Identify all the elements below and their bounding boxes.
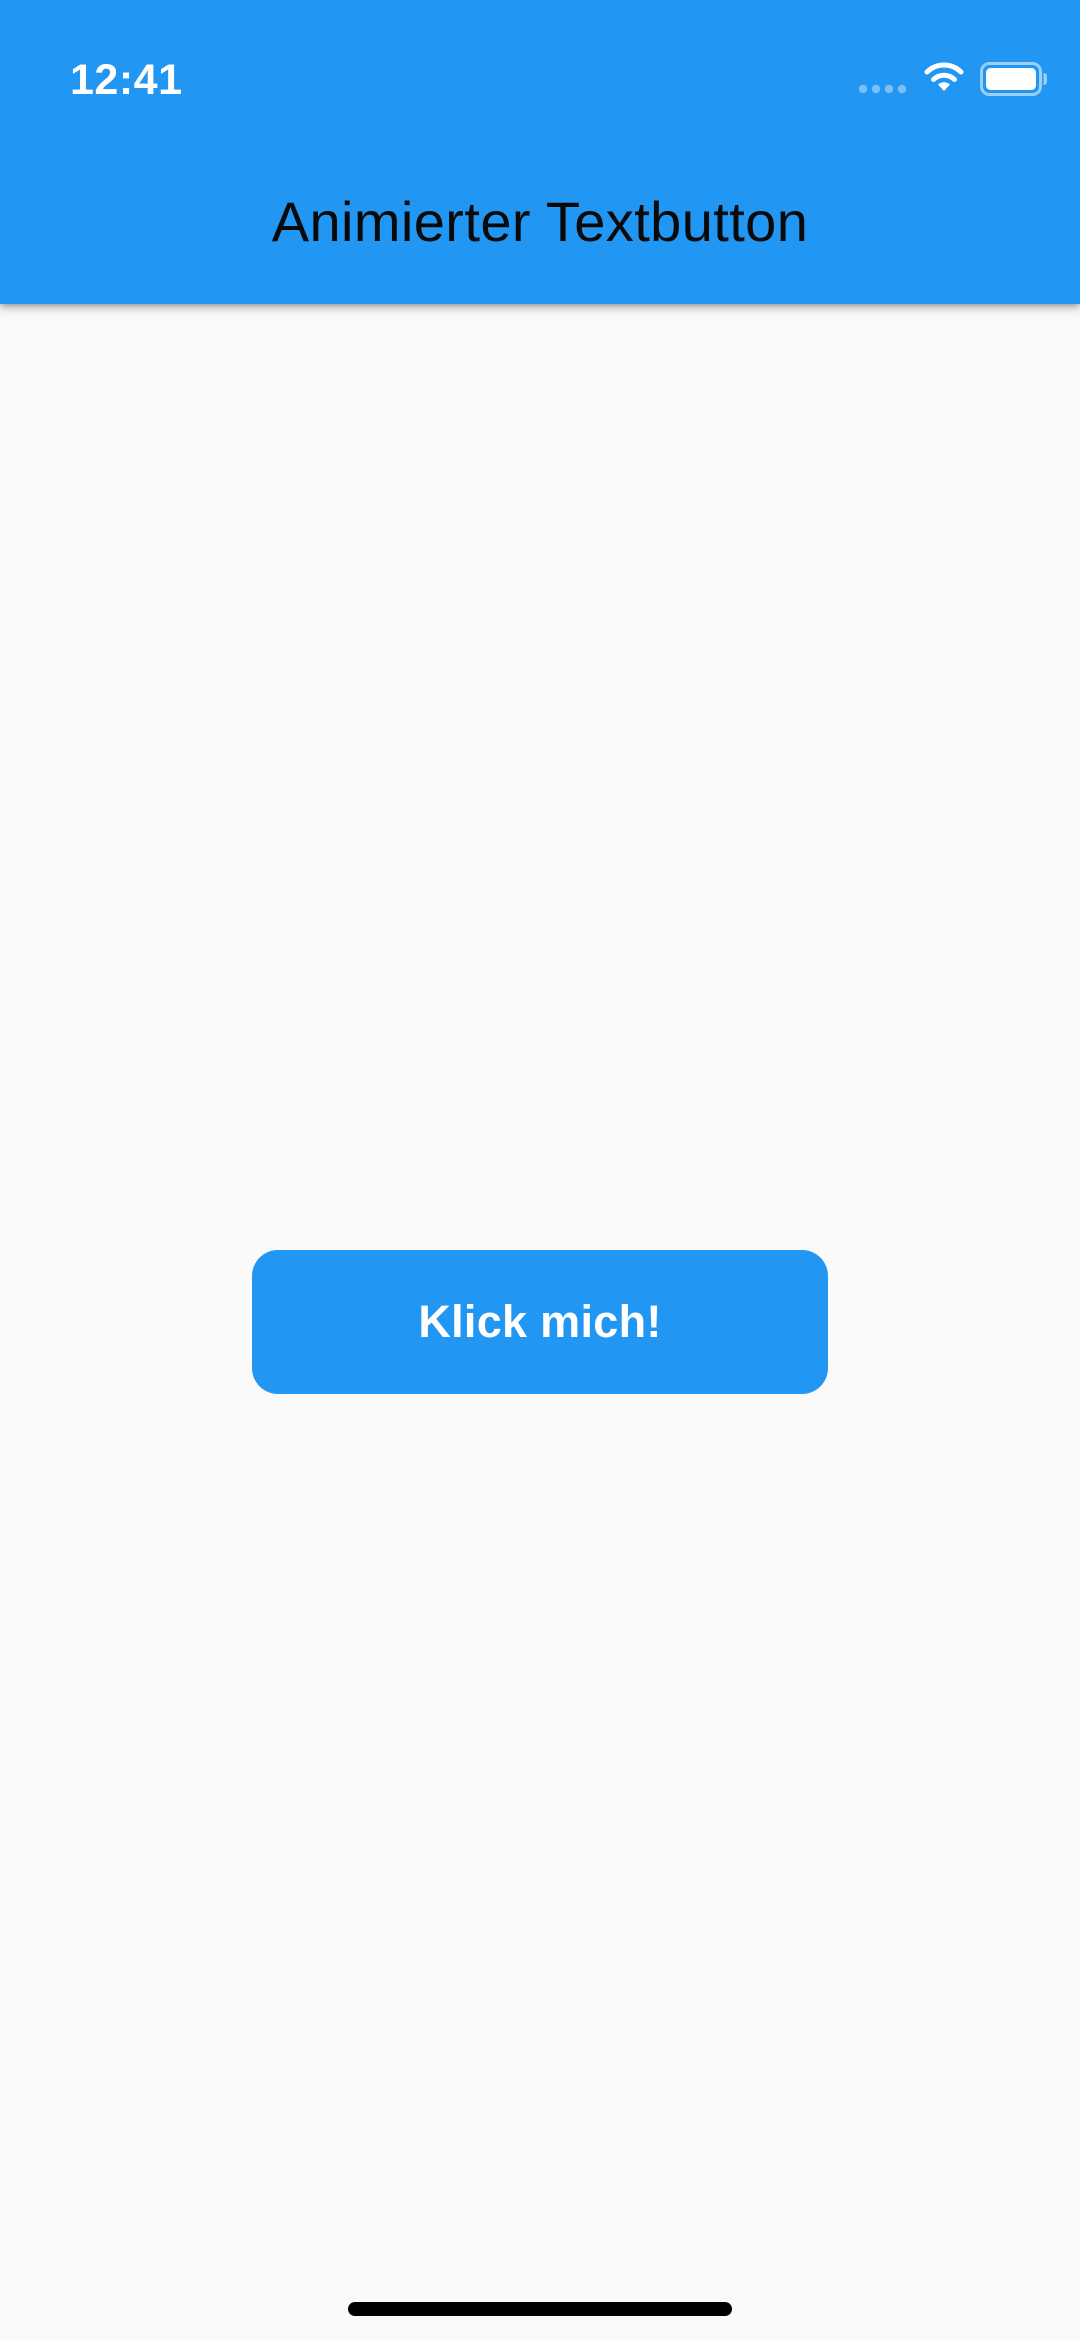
home-indicator[interactable] <box>348 2302 732 2316</box>
wifi-icon <box>924 62 964 91</box>
status-time: 12:41 <box>70 56 183 104</box>
status-bar: 12:41 <box>0 0 1080 132</box>
app-bar: 12:41 Animierter Textbutton <box>0 0 1080 304</box>
click-me-button[interactable]: Klick mich! <box>252 1250 828 1394</box>
signal-icon <box>858 84 907 94</box>
battery-icon <box>980 62 1047 96</box>
page-title: Animierter Textbutton <box>271 190 809 253</box>
